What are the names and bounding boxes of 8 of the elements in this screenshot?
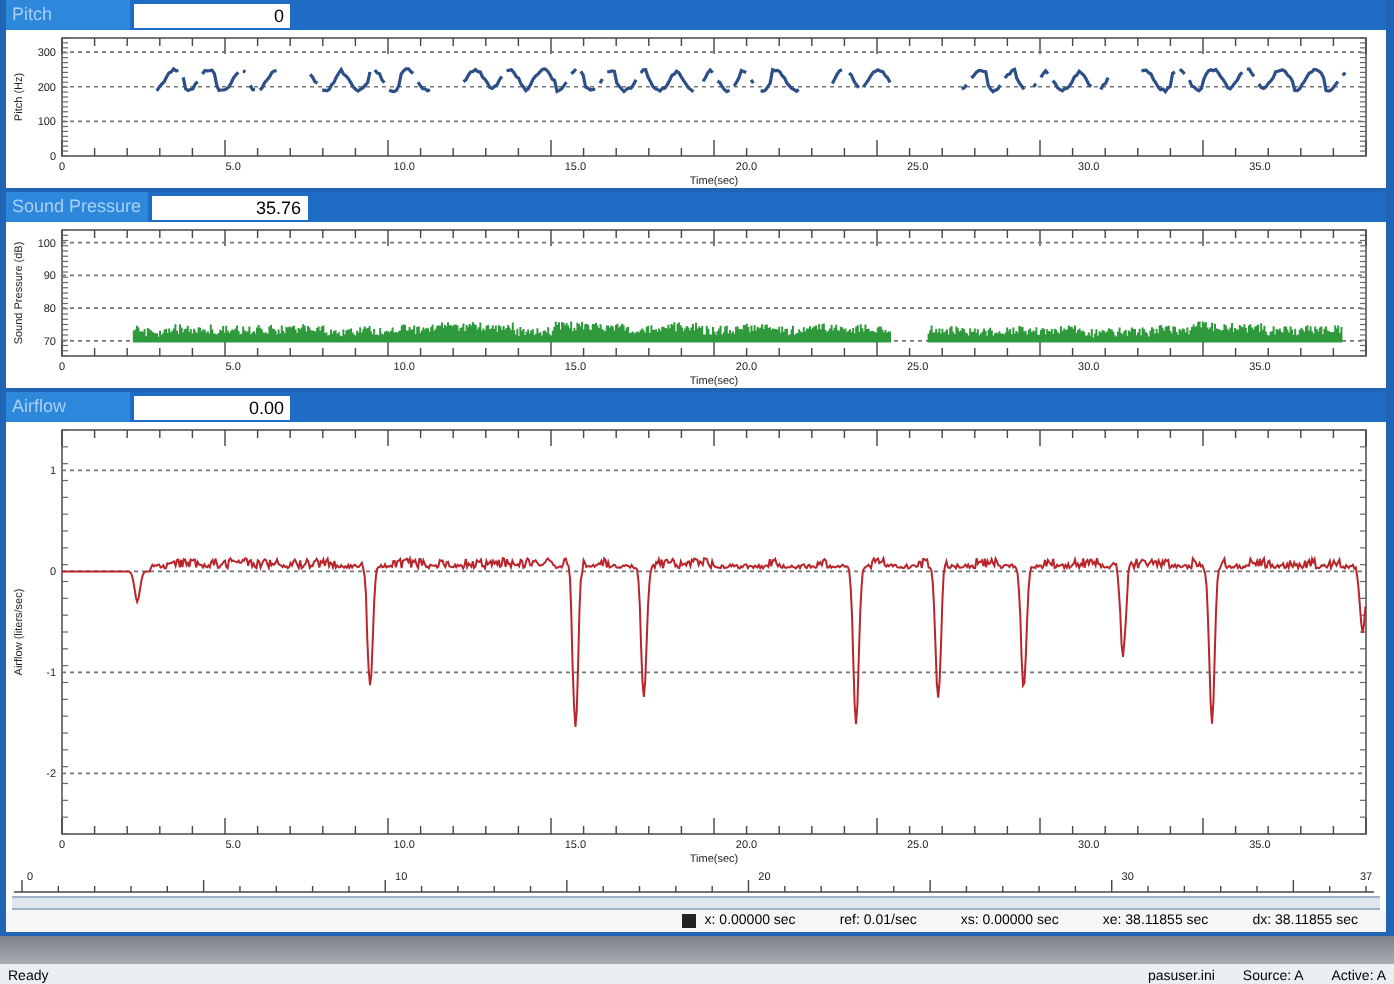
value-field[interactable]: 0.00 — [134, 395, 290, 419]
panel-title: Sound Pressure — [6, 192, 148, 222]
panel-title: Pitch — [6, 0, 130, 30]
marker-icon — [682, 914, 697, 928]
value-field[interactable]: 35.76 — [151, 195, 308, 219]
value-field[interactable]: 0 — [134, 3, 290, 27]
scrollbar[interactable] — [12, 896, 1380, 910]
panel-title: Airflow — [6, 392, 130, 422]
